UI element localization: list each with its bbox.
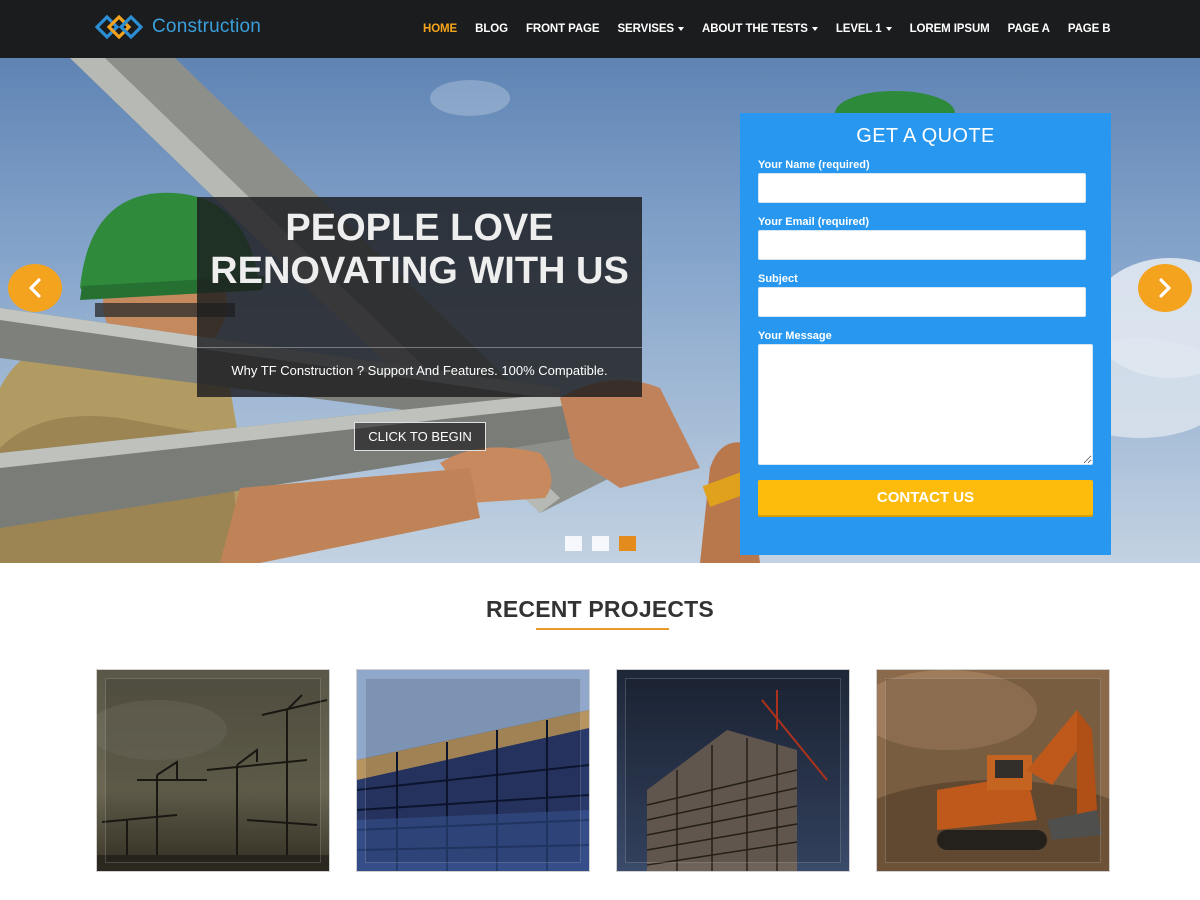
quote-form-title: GET A QUOTE: [856, 125, 995, 147]
nav-label: FRONT PAGE: [525, 23, 600, 35]
cranes-image: [97, 670, 329, 871]
nav-label: LEVEL 1: [835, 23, 882, 35]
nav-label: PAGE A: [1007, 23, 1050, 35]
excavator-image: [877, 670, 1109, 871]
email-label: Your Email (required): [758, 216, 870, 228]
site-logo[interactable]: Construction: [94, 10, 261, 44]
click-to-begin-button[interactable]: CLICK TO BEGIN: [354, 422, 486, 451]
section-title-underline: [536, 628, 669, 630]
project-card-excavator[interactable]: [876, 669, 1110, 872]
nav-label: LOREM IPSUM: [909, 23, 990, 35]
nav-item-page-a[interactable]: PAGE A: [999, 23, 1059, 35]
name-label: Your Name (required): [758, 159, 870, 171]
skyscraper-image: [357, 670, 589, 871]
chevron-right-icon: [1159, 278, 1171, 298]
slider-dot-3[interactable]: [619, 536, 636, 551]
hero-slider: PEOPLE LOVE RENOVATING WITH US Why TF Co…: [0, 58, 1200, 563]
caret-down-icon: [678, 27, 684, 31]
nav-label: ABOUT THE TESTS: [702, 23, 808, 35]
caret-down-icon: [885, 27, 892, 31]
main-nav: HOME BLOG FRONT PAGE SERVISES ABOUT THE …: [414, 0, 1120, 58]
nav-item-blog[interactable]: BLOG: [466, 23, 517, 35]
message-field[interactable]: [758, 344, 1093, 465]
project-card-cranes[interactable]: [96, 669, 330, 872]
nav-label: SERVISES: [617, 23, 674, 35]
slider-pagination: [565, 536, 636, 551]
nav-item-page-b[interactable]: PAGE B: [1059, 23, 1120, 35]
email-field[interactable]: [758, 230, 1086, 260]
subject-label: Subject: [758, 273, 798, 285]
logo-text: Construction: [152, 16, 262, 37]
quote-form: GET A QUOTE Your Name (required) Your Em…: [740, 113, 1111, 555]
slider-dot-1[interactable]: [565, 536, 582, 551]
subject-field[interactable]: [758, 287, 1086, 317]
interlocking-diamonds-icon: [94, 14, 144, 40]
hero-subtitle: Why TF Construction ? Support And Featur…: [231, 363, 608, 378]
nav-item-front-page[interactable]: FRONT PAGE: [517, 23, 609, 35]
nav-item-about-the-tests[interactable]: ABOUT THE TESTS: [693, 23, 827, 35]
slider-next-button[interactable]: [1138, 264, 1192, 312]
name-field[interactable]: [758, 173, 1086, 203]
project-card-skyscraper[interactable]: [356, 669, 590, 872]
building-image: [617, 670, 849, 871]
message-label: Your Message: [758, 330, 832, 342]
caret-down-icon: [811, 27, 818, 31]
site-header: Construction HOME BLOG FRONT PAGE SERVIS…: [0, 0, 1200, 58]
nav-label: PAGE B: [1067, 23, 1111, 35]
slider-dot-2[interactable]: [592, 536, 609, 551]
recent-projects-title: RECENT PROJECTS: [486, 596, 714, 622]
hero-title: PEOPLE LOVE RENOVATING WITH US: [210, 207, 629, 292]
nav-item-lorem-ipsum[interactable]: LOREM IPSUM: [901, 23, 999, 35]
caption-divider: [197, 347, 642, 348]
chevron-left-icon: [29, 278, 41, 298]
nav-item-level-1[interactable]: LEVEL 1: [827, 23, 901, 35]
nav-label: HOME: [423, 23, 458, 35]
project-card-building[interactable]: [616, 669, 850, 872]
nav-item-servises[interactable]: SERVISES: [608, 23, 693, 35]
nav-item-home[interactable]: HOME: [414, 23, 466, 35]
hero-caption: PEOPLE LOVE RENOVATING WITH US Why TF Co…: [197, 197, 642, 397]
contact-us-button[interactable]: CONTACT US: [758, 480, 1093, 515]
nav-label: BLOG: [475, 23, 508, 35]
slider-prev-button[interactable]: [8, 264, 62, 312]
